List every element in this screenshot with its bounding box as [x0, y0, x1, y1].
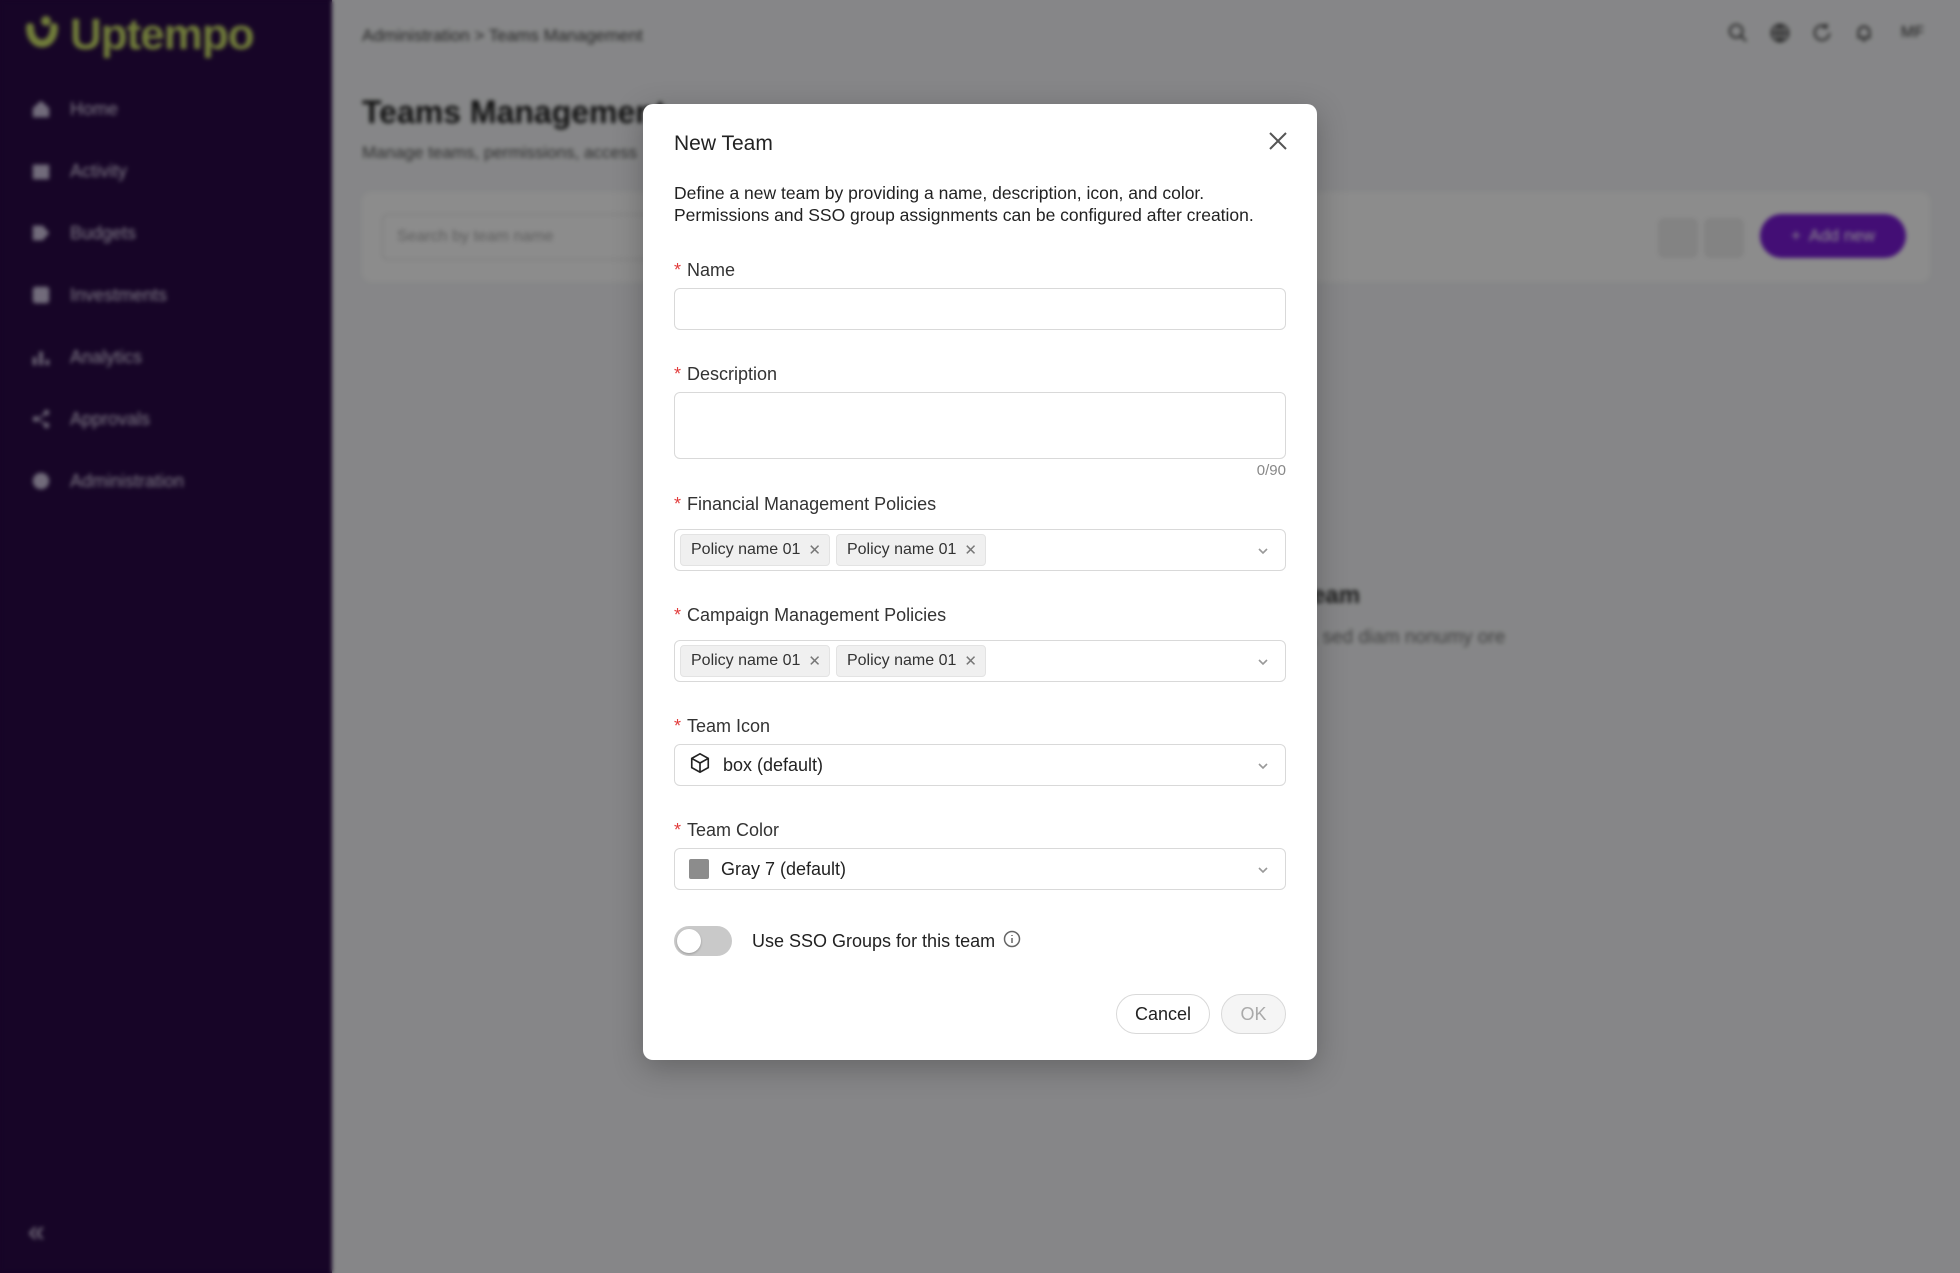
- required-mark: *: [674, 260, 682, 280]
- team-color-value: Gray 7 (default): [689, 849, 846, 889]
- campaign-policies-label-text: Campaign Management Policies: [687, 605, 947, 625]
- description-textarea[interactable]: [674, 392, 1286, 459]
- team-color-select[interactable]: Gray 7 (default): [674, 848, 1286, 890]
- info-icon[interactable]: [1003, 930, 1021, 953]
- description-label: * Description: [674, 364, 777, 385]
- cancel-button[interactable]: Cancel: [1116, 994, 1210, 1034]
- team-icon-label: * Team Icon: [674, 716, 770, 737]
- modal-description: Define a new team by providing a name, d…: [674, 183, 1254, 225]
- remove-tag-icon[interactable]: ✕: [808, 541, 821, 559]
- team-icon-select[interactable]: box (default): [674, 744, 1286, 786]
- financial-policies-select[interactable]: Policy name 01 ✕ Policy name 01 ✕: [674, 529, 1286, 571]
- name-label-text: Name: [687, 260, 736, 280]
- modal-title: New Team: [674, 132, 773, 155]
- required-mark: *: [674, 494, 682, 514]
- campaign-policies-select[interactable]: Policy name 01 ✕ Policy name 01 ✕: [674, 640, 1286, 682]
- financial-policies-label: * Financial Management Policies: [674, 494, 936, 515]
- description-counter: 0/90: [1256, 462, 1286, 479]
- policy-tag: Policy name 01 ✕: [835, 645, 986, 677]
- sso-toggle[interactable]: [674, 926, 732, 956]
- policy-tag: Policy name 01 ✕: [680, 645, 830, 677]
- required-mark: *: [674, 820, 682, 840]
- team-color-value-text: Gray 7 (default): [721, 858, 847, 879]
- chevron-down-icon[interactable]: [1257, 544, 1269, 556]
- policy-tag: Policy name 01 ✕: [835, 534, 986, 566]
- policy-tag-label: Policy name 01: [691, 541, 801, 558]
- chevron-down-icon[interactable]: [1257, 655, 1269, 667]
- policy-tag-label: Policy name 01: [691, 652, 801, 669]
- team-icon-value: box (default): [689, 745, 823, 785]
- policy-tag: Policy name 01 ✕: [680, 534, 830, 566]
- campaign-policies-label: * Campaign Management Policies: [674, 605, 946, 626]
- ok-button[interactable]: OK: [1221, 994, 1286, 1034]
- financial-policies-label-text: Financial Management Policies: [687, 494, 937, 514]
- name-input[interactable]: [674, 288, 1286, 330]
- policy-tag-label: Policy name 01: [846, 652, 957, 669]
- close-icon: [1269, 132, 1287, 150]
- sso-label-text: Use SSO Groups for this team: [752, 931, 996, 951]
- required-mark: *: [674, 716, 682, 736]
- required-mark: *: [674, 605, 682, 625]
- description-label-text: Description: [687, 364, 778, 384]
- team-icon-value-text: box (default): [723, 754, 824, 775]
- required-mark: *: [674, 364, 682, 384]
- chevron-down-icon[interactable]: [1257, 863, 1269, 875]
- close-button[interactable]: [1265, 128, 1291, 154]
- team-color-label: * Team Color: [674, 820, 779, 841]
- toggle-knob: [677, 929, 701, 953]
- box-icon: [689, 752, 711, 779]
- color-swatch: [689, 859, 709, 879]
- chevron-down-icon[interactable]: [1257, 759, 1269, 771]
- policy-tag-label: Policy name 01: [846, 541, 957, 558]
- team-icon-label-text: Team Icon: [687, 716, 771, 736]
- team-color-label-text: Team Color: [687, 820, 780, 840]
- name-label: * Name: [674, 260, 735, 281]
- sso-label: Use SSO Groups for this team: [752, 930, 1021, 953]
- remove-tag-icon[interactable]: ✕: [964, 652, 977, 670]
- new-team-modal: New Team Define a new team by providing …: [643, 104, 1317, 1060]
- remove-tag-icon[interactable]: ✕: [808, 652, 821, 670]
- remove-tag-icon[interactable]: ✕: [964, 541, 977, 559]
